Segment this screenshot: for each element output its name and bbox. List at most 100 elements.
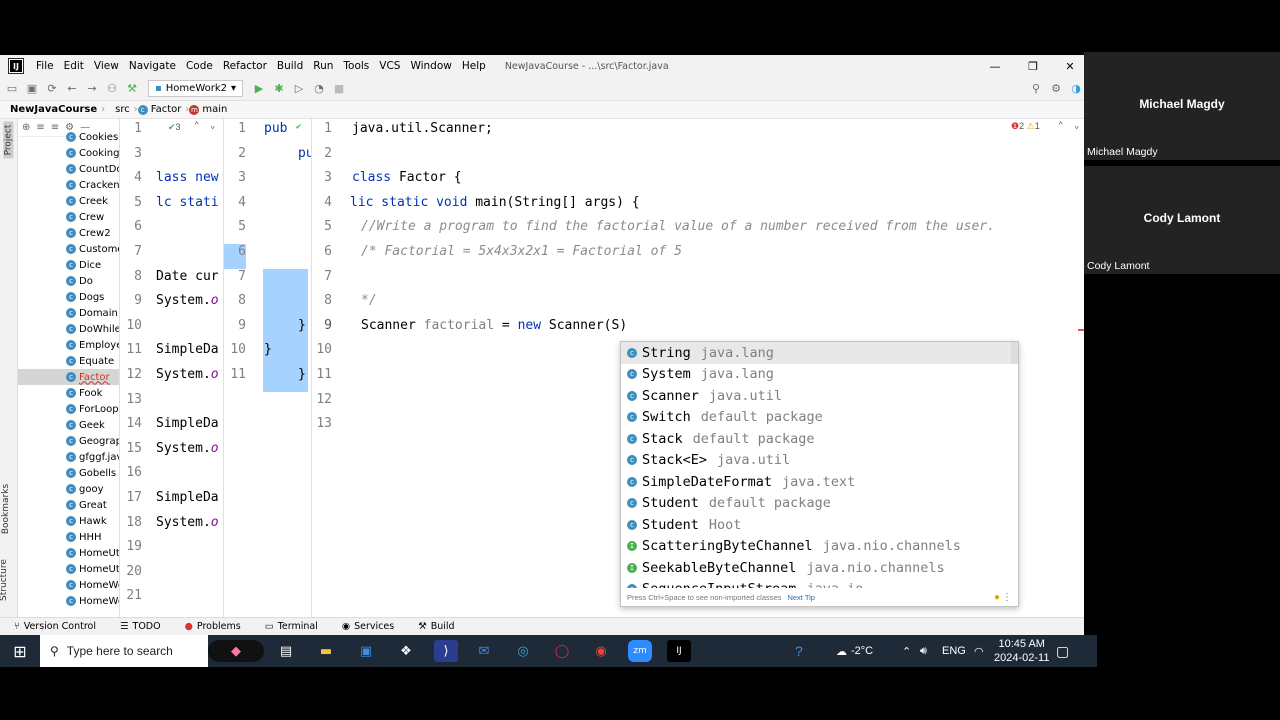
project-file-item[interactable]: c HHH	[18, 529, 119, 545]
tray-chevron-icon[interactable]: ⌃	[902, 635, 911, 667]
more-options-icon[interactable]: ⋮	[1002, 592, 1012, 603]
project-file-item[interactable]: cCountDov	[18, 161, 119, 177]
project-file-item[interactable]: c Geek	[18, 417, 119, 433]
run-icon[interactable]: ▶	[249, 80, 269, 98]
windows-start-icon[interactable]: ⊞	[8, 640, 32, 662]
tab-services[interactable]: ◉ Services	[328, 621, 404, 632]
vscode-icon[interactable]: ⟩	[434, 640, 458, 662]
project-file-item[interactable]: c HomeWo	[18, 593, 119, 609]
file-explorer-icon[interactable]: ▬	[314, 640, 338, 662]
suggestion-item[interactable]: c Student Hoot	[621, 514, 1018, 536]
store-icon[interactable]: ▣	[354, 640, 378, 662]
structure-tool-tab[interactable]: Structure	[0, 559, 9, 601]
tab-build[interactable]: ⚒ Build	[404, 621, 464, 632]
chevron-up-icon[interactable]: ⌃	[194, 121, 199, 131]
help-icon[interactable]: ?	[795, 635, 803, 667]
locate-icon[interactable]: ⊕	[22, 122, 30, 133]
zoom-icon[interactable]: zm	[628, 640, 652, 662]
tab-problems[interactable]: ● Problems	[171, 621, 251, 632]
project-file-item[interactable]: c Creek	[18, 193, 119, 209]
open-folder-icon[interactable]: ▭	[2, 80, 22, 98]
project-file-item[interactable]: c Dogs	[18, 289, 119, 305]
chrome-icon[interactable]: ◉	[589, 640, 613, 662]
breadcrumb-src[interactable]: src	[105, 104, 134, 115]
intellij-taskbar-icon[interactable]: IJ	[667, 640, 691, 662]
menu-window[interactable]: Window	[405, 60, 456, 72]
chevron-up-icon[interactable]: ⌃	[1058, 121, 1063, 131]
menu-view[interactable]: View	[89, 60, 124, 72]
project-file-item[interactable]: c Do	[18, 273, 119, 289]
minimize-icon[interactable]: —	[977, 55, 1013, 77]
copilot-icon[interactable]: ◆	[208, 640, 264, 662]
project-file-item[interactable]: c Equate	[18, 353, 119, 369]
weather-widget[interactable]: ☁ -2°C	[836, 635, 873, 667]
project-file-item[interactable]: c Domain	[18, 305, 119, 321]
breadcrumb-method[interactable]: main	[202, 104, 231, 115]
language-indicator[interactable]: ENG	[942, 635, 966, 667]
suggestion-item[interactable]: c Student default package	[621, 493, 1018, 515]
project-file-item[interactable]: cHomeUtil	[18, 545, 119, 561]
coverage-icon[interactable]: ▷	[289, 80, 309, 98]
edge-icon[interactable]: ◎	[511, 640, 535, 662]
project-file-item[interactable]: c Crew2	[18, 225, 119, 241]
editor-pane-2[interactable]: 1 pub 2 pu 3 4 5 67 8 9} 10} 11} ✔	[224, 119, 312, 621]
collapse-all-icon[interactable]: ≡	[51, 122, 59, 133]
project-file-item[interactable]: c HomeUti	[18, 561, 119, 577]
popup-scrollbar[interactable]	[1011, 342, 1018, 364]
menu-vcs[interactable]: VCS	[374, 60, 405, 72]
project-file-item[interactable]: c Crew	[18, 209, 119, 225]
project-file-item[interactable]: c Dice	[18, 257, 119, 273]
forward-icon[interactable]: →	[82, 80, 102, 98]
stop-icon[interactable]: ■	[329, 80, 349, 98]
mail-icon[interactable]: ✉	[472, 640, 496, 662]
project-file-item[interactable]: cCustomer	[18, 241, 119, 257]
tab-version-control[interactable]: ⑂ Version Control	[0, 621, 106, 632]
suggestion-item[interactable]: c Stack default package	[621, 428, 1018, 450]
project-file-item[interactable]: c Cracken	[18, 177, 119, 193]
project-file-item[interactable]: cEmployee	[18, 337, 119, 353]
menu-edit[interactable]: Edit	[59, 60, 89, 72]
menu-help[interactable]: Help	[457, 60, 491, 72]
taskbar-search[interactable]: ⚲ Type here to search	[40, 635, 208, 667]
project-file-item[interactable]: cGeograph	[18, 433, 119, 449]
next-tip-link[interactable]: Next Tip	[787, 593, 815, 602]
suggestion-item[interactable]: c System java.lang	[621, 364, 1018, 386]
project-file-item[interactable]: c gooy	[18, 481, 119, 497]
plugin-icon[interactable]: ◑	[1066, 80, 1084, 98]
project-file-item[interactable]: c Fook	[18, 385, 119, 401]
menu-code[interactable]: Code	[181, 60, 218, 72]
settings-gear-icon[interactable]: ⚙	[1046, 80, 1066, 98]
suggestion-item[interactable]: I SeekableByteChannel java.nio.channels	[621, 557, 1018, 579]
task-view-icon[interactable]: ▤	[274, 640, 298, 662]
suggestion-item[interactable]: c Stack<E> java.util	[621, 450, 1018, 472]
project-file-item[interactable]: c Hawk	[18, 513, 119, 529]
suggestion-item[interactable]: c SimpleDateFormat java.text	[621, 471, 1018, 493]
project-file-item[interactable]: c Gobells	[18, 465, 119, 481]
menu-tools[interactable]: Tools	[338, 60, 374, 72]
suggestion-item[interactable]: c Scanner java.util	[621, 385, 1018, 407]
menu-build[interactable]: Build	[272, 60, 308, 72]
chevron-down-icon[interactable]: ⌄	[1074, 121, 1079, 131]
back-icon[interactable]: ←	[62, 80, 82, 98]
wifi-icon[interactable]: ◠	[974, 635, 984, 667]
problems-indicator[interactable]: ❶2 ⚠1	[1011, 121, 1040, 132]
project-file-item[interactable]: c Cookies.j	[18, 129, 119, 145]
dropbox-icon[interactable]: ❖	[394, 640, 418, 662]
clock[interactable]: 10:45 AM 2024-02-11	[994, 635, 1049, 667]
breadcrumb-class[interactable]: Factor	[151, 104, 186, 115]
profile-icon[interactable]: ◔	[309, 80, 329, 98]
bookmarks-tool-tab[interactable]: Bookmarks	[1, 484, 11, 534]
debug-icon[interactable]: ✱	[269, 80, 289, 98]
project-tool-tab[interactable]: Project	[3, 121, 14, 159]
suggestion-item[interactable]: I ScatteringByteChannel java.nio.channels	[621, 536, 1018, 558]
run-config-selector[interactable]: ▪ HomeWork2 ▾	[148, 80, 244, 97]
speaker-icon[interactable]: 🔊︎	[920, 635, 927, 667]
lightbulb-icon[interactable]: ●	[994, 592, 1000, 603]
breadcrumb-project[interactable]: NewJavaCourse	[0, 104, 101, 115]
tab-terminal[interactable]: ▭ Terminal	[251, 621, 328, 632]
project-file-item[interactable]: c Great	[18, 497, 119, 513]
tab-todo[interactable]: ☰ TODO	[106, 621, 171, 632]
project-file-item[interactable]: c HomeWo	[18, 577, 119, 593]
opera-icon[interactable]: ◯	[550, 640, 574, 662]
close-icon[interactable]: ✕	[1052, 55, 1084, 77]
